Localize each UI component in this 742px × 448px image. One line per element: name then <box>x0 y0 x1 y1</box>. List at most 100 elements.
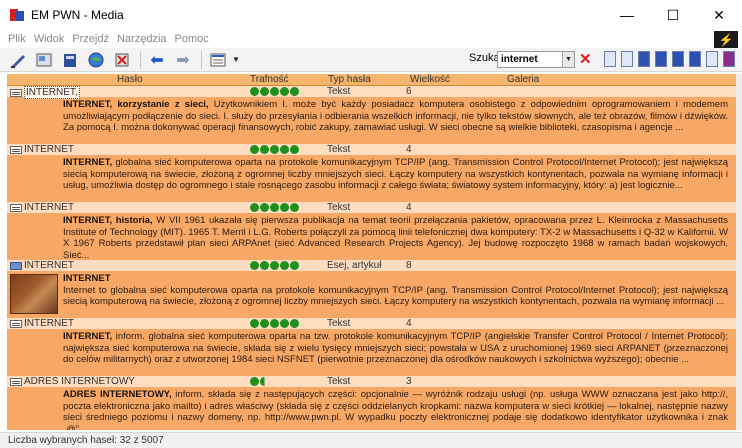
result-snippet: INTERNET, inform. globalna sieć komputer… <box>7 329 736 376</box>
snippet-text: Internet to globalna sieć komputerowa op… <box>63 284 728 308</box>
result-type: Esej, artykuł <box>327 260 382 271</box>
menu-przejdz[interactable]: Przejdź <box>72 33 109 45</box>
result-snippet: INTERNET, historia, W VII 1961 ukazała s… <box>7 213 736 260</box>
view-dropdown-icon[interactable]: ▼ <box>232 55 240 64</box>
snippet-text: inform. globalna sieć komputerowa oparta… <box>63 331 728 365</box>
snippet-lead: INTERNET <box>63 273 111 284</box>
title-bar: EM PWN - Media — ☐ ✕ <box>0 0 742 30</box>
relevance-rating <box>250 203 300 212</box>
view-table-icon[interactable] <box>689 51 701 67</box>
snippet-lead: INTERNET, historia, <box>63 215 153 226</box>
column-typ-hasla[interactable]: Typ hasła <box>328 74 371 86</box>
dictionary-icon[interactable] <box>60 50 80 70</box>
result-header[interactable]: INTERNET Tekst 4 <box>7 144 736 155</box>
result-title: INTERNET <box>24 202 74 213</box>
relevance-rating <box>250 145 300 154</box>
result-title: INTERNET <box>24 318 74 329</box>
view-text-icon[interactable] <box>604 51 616 67</box>
result-snippet: INTERNET, globalna sieć komputerowa opar… <box>7 155 736 202</box>
minimize-button[interactable]: — <box>604 0 650 30</box>
toolbar-separator <box>201 50 202 69</box>
result-snippet: INTERNET Internet to globalna sieć kompu… <box>7 271 736 318</box>
result-size: 6 <box>406 86 412 97</box>
result-size: 4 <box>406 144 412 155</box>
snippet-lead: INTERNET, <box>63 331 113 342</box>
result-header[interactable]: INTERNET Tekst 4 <box>7 202 736 213</box>
snippet-text: globalna sieć komputerowa oparta na prot… <box>63 157 728 191</box>
snippet-lead: INTERNET, korzystanie z sieci, <box>63 99 209 110</box>
result-title: ADRES INTERNETOWY <box>24 376 135 387</box>
delete-item-icon[interactable] <box>112 50 132 70</box>
result-snippet: ADRES INTERNETOWY, inform. składa się z … <box>7 387 736 430</box>
clear-search-icon[interactable]: ✕ <box>579 50 592 68</box>
text-entry-icon <box>10 377 22 386</box>
result-item[interactable]: INTERNET Esej, artykuł 8 INTERNET Intern… <box>7 260 736 318</box>
view-video-icon[interactable] <box>638 51 650 67</box>
result-title: INTERNET <box>24 260 74 271</box>
result-size: 4 <box>406 318 412 329</box>
result-type: Tekst <box>327 318 351 329</box>
results-column-header: Hasło Trafność Typ hasła Wielkość Galeri… <box>7 74 736 86</box>
maximize-button[interactable]: ☐ <box>650 0 696 30</box>
close-button[interactable]: ✕ <box>696 0 742 30</box>
pen-tool-icon[interactable] <box>8 50 28 70</box>
result-type: Tekst <box>327 202 351 213</box>
relevance-rating <box>250 87 300 96</box>
menu-bar: Plik Widok Przejdź Narzędzia Pomoc <box>0 30 742 48</box>
view-audio-icon[interactable] <box>655 51 667 67</box>
result-snippet: INTERNET, korzystanie z sieci, Użytkowni… <box>7 97 736 144</box>
result-size: 4 <box>406 202 412 213</box>
result-item[interactable]: INTERNET, Tekst 6 INTERNET, korzystanie … <box>7 86 736 144</box>
result-item[interactable]: INTERNET Tekst 4 INTERNET, globalna sieć… <box>7 144 736 202</box>
result-item[interactable]: INTERNET Tekst 4 INTERNET, inform. globa… <box>7 318 736 376</box>
app-logo-icon <box>10 9 24 21</box>
view-mode-icons <box>604 51 740 67</box>
text-entry-icon <box>10 203 22 212</box>
relevance-rating <box>250 319 300 328</box>
column-trafnosc[interactable]: Trafność <box>250 74 289 86</box>
text-entry-icon <box>10 145 22 154</box>
text-entry-icon <box>10 319 22 328</box>
view-animation-icon[interactable] <box>723 51 735 67</box>
column-haslo[interactable]: Hasło <box>117 74 143 86</box>
menu-widok[interactable]: Widok <box>34 33 65 45</box>
search-dropdown-icon[interactable]: ▼ <box>562 52 574 67</box>
pwn-logo-icon: ⚡ <box>714 31 738 49</box>
window-controls: — ☐ ✕ <box>604 0 742 30</box>
column-galeria[interactable]: Galeria <box>507 74 539 86</box>
menu-plik[interactable]: Plik <box>8 33 26 45</box>
result-type: Tekst <box>327 144 351 155</box>
window-title: EM PWN - Media <box>31 8 124 22</box>
article-entry-icon <box>10 261 22 270</box>
result-item[interactable]: ADRES INTERNETOWY Tekst 3 ADRES INTERNET… <box>7 376 736 430</box>
result-header[interactable]: INTERNET Esej, artykuł 8 <box>7 260 736 271</box>
view-grid-icon[interactable] <box>706 51 718 67</box>
text-entry-icon <box>10 88 22 97</box>
back-arrow-icon[interactable]: ⬅ <box>147 50 167 70</box>
globe-icon[interactable] <box>86 50 106 70</box>
relevance-rating <box>250 261 300 270</box>
menu-narzedzia[interactable]: Narzędzia <box>117 33 167 45</box>
media-gallery-icon[interactable] <box>34 50 54 70</box>
menu-pomoc[interactable]: Pomoc <box>175 33 209 45</box>
article-thumbnail[interactable] <box>10 274 58 314</box>
column-wielkosc[interactable]: Wielkość <box>410 74 450 86</box>
result-type: Tekst <box>327 376 351 387</box>
result-size: 8 <box>406 260 412 271</box>
results-scrollbar[interactable] <box>736 74 742 430</box>
result-item[interactable]: INTERNET Tekst 4 INTERNET, historia, W V… <box>7 202 736 260</box>
result-title: INTERNET <box>24 144 74 155</box>
snippet-text: W VII 1961 ukazała się pierwsza publikac… <box>63 215 728 260</box>
snippet-lead: INTERNET, <box>63 157 113 168</box>
toolbar-separator <box>140 50 141 69</box>
result-header[interactable]: INTERNET Tekst 4 <box>7 318 736 329</box>
result-size: 3 <box>406 376 412 387</box>
status-bar: Liczba wybranych haseł: 32 z 5007 <box>0 432 742 448</box>
result-header[interactable]: INTERNET, Tekst 6 <box>7 86 736 99</box>
list-view-icon[interactable] <box>208 50 228 70</box>
snippet-lead: ADRES INTERNETOWY, <box>63 389 172 400</box>
view-map-icon[interactable] <box>672 51 684 67</box>
result-header[interactable]: ADRES INTERNETOWY Tekst 3 <box>7 376 736 387</box>
forward-arrow-icon[interactable]: ➡ <box>173 50 193 70</box>
view-image-icon[interactable] <box>621 51 633 67</box>
